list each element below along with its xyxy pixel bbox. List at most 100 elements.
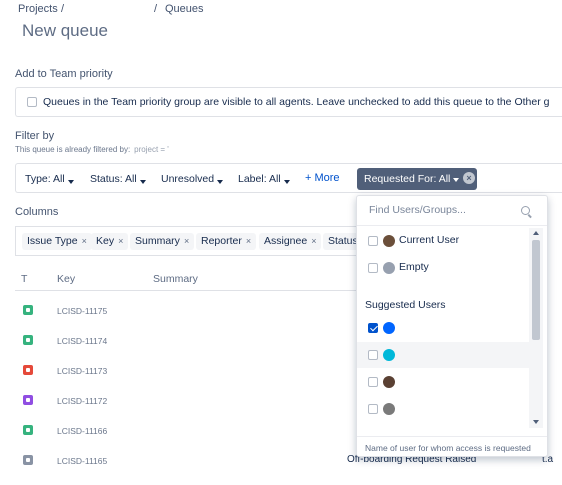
column-chip[interactable]: Reporter ×	[196, 233, 257, 250]
option-label: Empty	[399, 261, 429, 273]
filter-resolution[interactable]: Unresolved	[161, 173, 224, 185]
table-row[interactable]: LCISD-11173	[15, 356, 360, 386]
table-divider	[15, 290, 360, 291]
column-header-type[interactable]: T	[21, 273, 27, 285]
issue-key[interactable]: LCISD-11172	[57, 396, 107, 406]
issue-key[interactable]: LCISD-11173	[57, 366, 107, 376]
column-chip-label: Reporter	[201, 235, 242, 247]
issue-key[interactable]: LCISD-11165	[57, 456, 107, 466]
requested-for-dropdown: Current User Empty Suggested Users Name …	[356, 195, 548, 457]
column-chip-label: Summary	[135, 235, 180, 247]
team-priority-checkbox[interactable]	[27, 97, 37, 107]
suggested-users-heading: Suggested Users	[365, 299, 446, 311]
issue-key[interactable]: LCISD-11174	[57, 336, 107, 346]
suggested-user-option[interactable]	[357, 315, 529, 341]
avatar	[383, 235, 395, 247]
issue-type-icon	[23, 335, 33, 345]
column-chip[interactable]: Summary ×	[130, 233, 195, 250]
filter-type[interactable]: Type: All	[25, 173, 74, 185]
team-priority-text: Queues in the Team priority group are vi…	[43, 96, 550, 108]
table-row[interactable]: LCISD-11174	[15, 326, 360, 356]
columns-label: Columns	[15, 206, 59, 218]
filter-sub-text: This queue is already filtered by:	[15, 145, 131, 154]
remove-icon[interactable]: ×	[184, 236, 189, 246]
breadcrumb-queues[interactable]: Queues	[165, 3, 204, 15]
breadcrumb-separator: /	[154, 3, 158, 15]
issue-type-icon	[23, 425, 33, 435]
avatar	[383, 376, 395, 388]
page-title: New queue	[22, 21, 109, 40]
suggested-user-option[interactable]	[357, 369, 529, 395]
team-priority-box: Queues in the Team priority group are vi…	[15, 87, 562, 117]
scrollbar-thumb[interactable]	[532, 240, 540, 340]
chevron-down-icon	[217, 180, 224, 184]
requested-for-filter[interactable]: Requested For: All ×	[357, 168, 477, 190]
column-chip[interactable]: Issue Type ×	[22, 233, 92, 250]
column-chip-label: Status	[328, 235, 358, 247]
chevron-down-icon	[453, 178, 459, 182]
option-checkbox[interactable]	[368, 377, 378, 387]
dropdown-footer: Name of user for whom access is requeste…	[357, 436, 547, 456]
remove-icon[interactable]: ×	[82, 236, 87, 246]
table-row[interactable]: LCISD-11172	[15, 386, 360, 416]
column-header-summary[interactable]: Summary	[153, 273, 198, 285]
table-row[interactable]: LCISD-11166	[15, 416, 360, 446]
breadcrumb: Projects / / Queues	[18, 3, 204, 15]
clear-icon[interactable]: ×	[463, 172, 475, 184]
issue-type-icon	[23, 455, 33, 465]
chevron-down-icon	[283, 180, 290, 184]
remove-icon[interactable]: ×	[311, 236, 316, 246]
filter-label-field[interactable]: Label: All	[238, 173, 290, 185]
filter-label: Filter by	[15, 130, 55, 142]
team-priority-label: Add to Team priority	[15, 68, 113, 80]
column-chip[interactable]: Assignee ×	[259, 233, 322, 250]
option-empty[interactable]: Empty	[357, 255, 529, 281]
suggested-user-option[interactable]	[357, 342, 529, 368]
column-chip[interactable]: Key ×	[91, 233, 129, 250]
table-row[interactable]: LCISD-11175	[15, 296, 360, 326]
scroll-down-icon[interactable]	[533, 420, 539, 424]
table-row[interactable]: LCISD-11165	[15, 446, 360, 476]
option-checkbox[interactable]	[368, 236, 378, 246]
issue-key[interactable]: LCISD-11166	[57, 426, 107, 436]
issue-key[interactable]: LCISD-11175	[57, 306, 107, 316]
avatar	[383, 322, 395, 334]
option-label: Current User	[399, 234, 460, 246]
filter-status[interactable]: Status: All	[90, 173, 146, 185]
filter-resolution-label: Unresolved	[161, 173, 215, 185]
dropdown-scrollbar[interactable]	[529, 228, 543, 428]
chevron-down-icon	[139, 180, 146, 184]
scroll-up-icon[interactable]	[533, 231, 539, 235]
user-search	[357, 196, 547, 226]
breadcrumb-projects[interactable]: Projects	[18, 3, 58, 15]
suggested-user-option[interactable]	[357, 396, 529, 422]
option-checkbox[interactable]	[368, 323, 378, 333]
avatar	[383, 403, 395, 415]
remove-icon[interactable]: ×	[118, 236, 123, 246]
column-chip[interactable]: Status×	[323, 233, 360, 250]
chevron-down-icon	[67, 180, 74, 184]
option-checkbox[interactable]	[368, 404, 378, 414]
filter-type-label: Type: All	[25, 173, 65, 185]
column-chip-label: Issue Type	[27, 235, 78, 247]
avatar	[383, 349, 395, 361]
breadcrumb-separator: /	[61, 3, 65, 15]
columns-box: Issue Type × Key × Summary × Reporter × Assi…	[15, 226, 360, 256]
remove-icon[interactable]: ×	[246, 236, 251, 246]
filter-label-label: Label: All	[238, 173, 281, 185]
filter-sub-label: This queue is already filtered by: projec…	[15, 145, 169, 154]
filter-bar: Type: All Status: All Unresolved Label: …	[15, 163, 562, 193]
filter-sub-value: project = '	[134, 145, 169, 154]
issue-type-icon	[23, 305, 33, 315]
empty-user-icon	[383, 262, 395, 274]
column-chip-label: Key	[96, 235, 115, 247]
option-checkbox[interactable]	[368, 350, 378, 360]
column-header-key[interactable]: Key	[57, 273, 75, 285]
option-checkbox[interactable]	[368, 263, 378, 273]
option-current-user[interactable]: Current User	[357, 228, 529, 254]
user-search-input[interactable]	[369, 204, 509, 216]
search-icon	[521, 206, 530, 215]
issue-type-icon	[23, 395, 33, 405]
column-chip-label: Assignee	[264, 235, 308, 247]
more-filters-link[interactable]: + More	[305, 172, 340, 184]
